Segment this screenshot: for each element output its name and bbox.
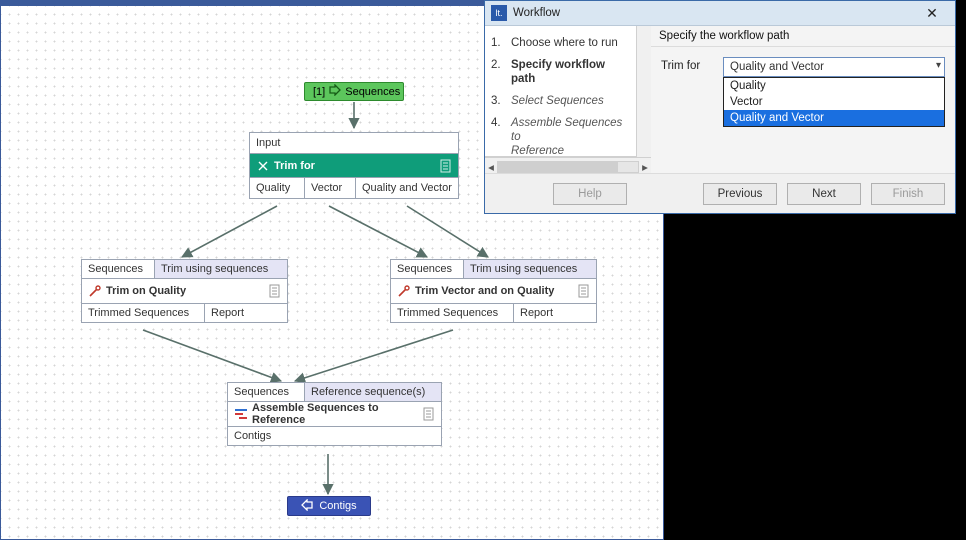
steps-vertical-scrollbar[interactable]: ⅴ — [637, 26, 651, 175]
combo-value: Quality and Vector — [730, 61, 824, 73]
trimfor-label: Trim for — [661, 57, 715, 72]
previous-button[interactable]: Previous — [703, 183, 777, 205]
branch-option-quality-and-vector[interactable]: Quality and Vector — [355, 177, 459, 199]
assemble-output-contigs[interactable]: Contigs — [227, 426, 442, 446]
wizard-step-4[interactable]: 4.Assemble Sequences toReference — [491, 112, 630, 157]
start-node-sequences[interactable]: [1] Sequences — [304, 82, 404, 101]
workflow-dialog: lt. Workflow ✕ 1.Choose where to run 2.S… — [484, 0, 956, 214]
scroll-right-icon[interactable]: ▸ — [639, 160, 651, 174]
left-tool-name: Trim on Quality — [106, 285, 186, 297]
combo-option-vector[interactable]: Vector — [724, 94, 944, 110]
right-tool-row[interactable]: Trim Vector and on Quality — [390, 278, 597, 304]
tool-icon — [88, 284, 102, 298]
combo-option-quality[interactable]: Quality — [724, 78, 944, 94]
tool-icon — [397, 284, 411, 298]
branch-name: Trim for — [274, 160, 315, 172]
branch-input-label[interactable]: Input — [249, 132, 459, 154]
finish-button[interactable]: Finish — [871, 183, 945, 205]
dialog-title: Workflow — [513, 7, 560, 19]
scroll-left-icon[interactable]: ◂ — [485, 160, 497, 174]
group-header: Specify the workflow path — [651, 26, 955, 47]
params-icon — [423, 407, 435, 421]
params-icon — [440, 159, 452, 173]
dialog-content-pane: Specify the workflow path Trim for Quali… — [651, 26, 955, 175]
left-input-trim-seq[interactable]: Trim using sequences — [154, 259, 288, 279]
start-index: [1] — [313, 86, 325, 98]
trimfor-combobox[interactable]: Quality and Vector ▾ Quality Vector Qual… — [723, 57, 945, 77]
branch-trimfor-header[interactable]: Trim for — [249, 153, 459, 178]
wizard-step-3[interactable]: 3.Select Sequences — [491, 90, 630, 112]
assemble-icon — [234, 407, 248, 421]
params-icon — [578, 284, 590, 298]
branch-icon — [256, 159, 270, 173]
close-icon[interactable]: ✕ — [915, 3, 949, 23]
help-button[interactable]: Help — [553, 183, 627, 205]
assemble-tool-name: Assemble Sequences to Reference — [252, 402, 423, 426]
start-label: Sequences — [345, 86, 400, 98]
right-input-trim-seq[interactable]: Trim using sequences — [463, 259, 597, 279]
combo-dropdown-list: Quality Vector Quality and Vector — [723, 77, 945, 127]
assemble-tool-row[interactable]: Assemble Sequences to Reference — [227, 401, 442, 427]
wizard-steps-pane: 1.Choose where to run 2.Specify workflow… — [485, 26, 637, 157]
branch-option-vector[interactable]: Vector — [304, 177, 356, 199]
right-tool-name: Trim Vector and on Quality — [415, 285, 554, 297]
branch-option-quality[interactable]: Quality — [249, 177, 305, 199]
dialog-titlebar[interactable]: lt. Workflow ✕ — [485, 1, 955, 26]
end-label: Contigs — [319, 500, 356, 512]
right-input-sequences[interactable]: Sequences — [390, 259, 464, 279]
left-tool-row[interactable]: Trim on Quality — [81, 278, 288, 304]
assemble-input-reference[interactable]: Reference sequence(s) — [304, 382, 442, 402]
scrollbar-thumb[interactable] — [498, 162, 618, 172]
app-icon: lt. — [491, 5, 507, 21]
end-node-contigs[interactable]: Contigs — [287, 496, 371, 516]
input-arrow-icon — [329, 84, 341, 99]
chevron-down-icon[interactable]: ▾ — [936, 60, 941, 71]
next-button[interactable]: Next — [787, 183, 861, 205]
left-output-report[interactable]: Report — [204, 303, 288, 323]
params-icon — [269, 284, 281, 298]
left-input-sequences[interactable]: Sequences — [81, 259, 155, 279]
left-output-trimmed[interactable]: Trimmed Sequences — [81, 303, 205, 323]
output-arrow-icon — [301, 499, 313, 514]
dialog-button-row: Help Previous Next Finish — [485, 173, 955, 213]
right-output-trimmed[interactable]: Trimmed Sequences — [390, 303, 514, 323]
combo-option-quality-and-vector[interactable]: Quality and Vector — [724, 110, 944, 126]
wizard-step-1[interactable]: 1.Choose where to run — [491, 32, 630, 54]
right-output-report[interactable]: Report — [513, 303, 597, 323]
assemble-input-sequences[interactable]: Sequences — [227, 382, 305, 402]
wizard-step-2[interactable]: 2.Specify workflow path — [491, 54, 630, 90]
